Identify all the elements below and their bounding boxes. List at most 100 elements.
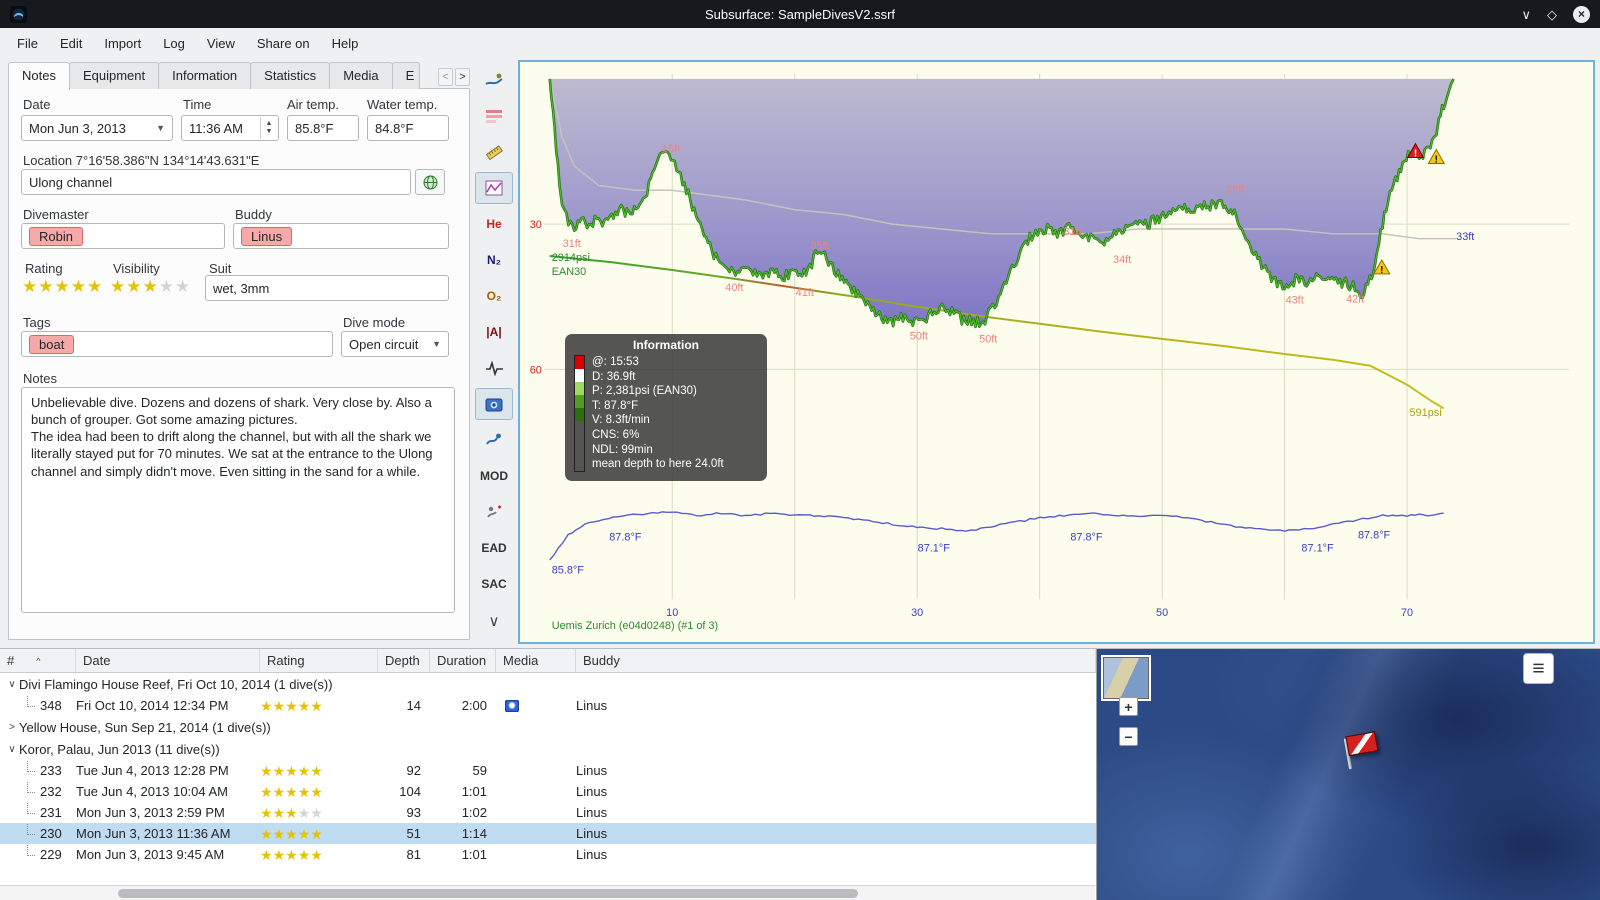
- star-icon[interactable]: ★: [87, 278, 102, 296]
- star-icon[interactable]: ★: [71, 278, 86, 296]
- divemaster-field[interactable]: Robin: [21, 223, 225, 249]
- zoom-in-button[interactable]: +: [1119, 697, 1138, 716]
- menu-import[interactable]: Import: [93, 31, 152, 56]
- dive-depth: 104: [399, 784, 421, 799]
- helium-toggle[interactable]: He: [475, 208, 513, 240]
- tab-media[interactable]: Media: [329, 62, 393, 89]
- photos-toggle[interactable]: [475, 388, 513, 420]
- divemaster-chip[interactable]: Robin: [29, 226, 83, 246]
- star-icon: ★: [272, 804, 286, 821]
- date-select[interactable]: Mon Jun 3, 2013 ▼: [21, 115, 173, 141]
- star-icon[interactable]: ★: [143, 278, 158, 296]
- collapse-caret-icon[interactable]: ∨: [5, 744, 19, 755]
- minimize-icon[interactable]: ∨: [1521, 8, 1531, 21]
- scale-toggle-icon[interactable]: [475, 172, 513, 204]
- star-icon[interactable]: ★: [38, 278, 53, 296]
- oxygen-toggle[interactable]: O₂: [475, 280, 513, 312]
- dive-row[interactable]: 231 Mon Jun 3, 2013 2:59 PM ★ ★ ★ ★ ★ 93 1:02 Lin…: [0, 802, 1096, 823]
- mod-toggle[interactable]: MOD: [475, 460, 513, 492]
- dive-profile-panel[interactable]: 10 30 50 70 30 60 31ft 2914psi EAN30 15ft 40ft 41ft…: [518, 60, 1595, 644]
- tissues-toggle[interactable]: [475, 424, 513, 456]
- notes-textarea[interactable]: Unbelievable dive. Dozens and dozens of …: [21, 387, 455, 613]
- dive-row[interactable]: 232 Tue Jun 4, 2013 10:04 AM ★ ★ ★ ★ ★ 104 1:01 L…: [0, 781, 1096, 802]
- dive-duration: 1:14: [461, 826, 487, 841]
- horizontal-scrollbar[interactable]: [0, 885, 1095, 900]
- dive-row[interactable]: 230 Mon Jun 3, 2013 11:36 AM ★ ★ ★ ★ ★ 51 1:14 Li…: [0, 823, 1096, 844]
- menu-edit[interactable]: Edit: [49, 31, 93, 56]
- ndl-toggle[interactable]: [475, 496, 513, 528]
- tag-chip[interactable]: boat: [29, 334, 75, 354]
- menu-file[interactable]: File: [6, 31, 49, 56]
- media-icon[interactable]: [505, 699, 519, 712]
- spinner-arrows-icon[interactable]: ▲ ▼: [260, 117, 277, 139]
- dive-row[interactable]: 229 Mon Jun 3, 2013 9:45 AM ★ ★ ★ ★ ★ 81 1:01 Lin…: [0, 844, 1096, 865]
- trip-row[interactable]: > Yellow House, Sun Sep 21, 2014 (1 dive(…: [0, 716, 1096, 738]
- menu-view[interactable]: View: [196, 31, 246, 56]
- divemode-select[interactable]: Open circuit ▼: [341, 331, 449, 357]
- star-icon[interactable]: ★: [55, 278, 70, 296]
- ceiling-icon[interactable]: [475, 100, 513, 132]
- tab-notes[interactable]: Notes: [8, 62, 70, 90]
- trip-row[interactable]: ∨ Divi Flamingo House Reef, Fri Oct 10, 2…: [0, 673, 1096, 695]
- map-location-button[interactable]: [415, 169, 445, 195]
- tab-e[interactable]: E: [391, 62, 420, 89]
- column-header-date[interactable]: Date: [76, 649, 260, 672]
- svg-text:43ft: 43ft: [1286, 295, 1304, 307]
- star-icon[interactable]: ★: [175, 278, 190, 296]
- trip-label: Divi Flamingo House Reef, Fri Oct 10, 20…: [19, 676, 333, 692]
- close-icon[interactable]: ×: [1573, 5, 1590, 23]
- collapse-caret-icon[interactable]: ∨: [5, 679, 19, 690]
- column-header-rating[interactable]: Rating: [260, 649, 378, 672]
- svg-text:41ft: 41ft: [796, 287, 814, 299]
- buddy-field[interactable]: Linus: [233, 223, 449, 249]
- airtemp-field[interactable]: [287, 115, 359, 141]
- tab-information[interactable]: Information: [158, 62, 252, 89]
- column-header-media[interactable]: Media: [496, 649, 576, 672]
- tab-equipment[interactable]: Equipment: [68, 62, 160, 89]
- zoom-out-button[interactable]: −: [1119, 727, 1138, 746]
- buddy-chip[interactable]: Linus: [241, 226, 293, 246]
- menu-log[interactable]: Log: [152, 31, 196, 56]
- nitrogen-toggle[interactable]: N₂: [475, 244, 513, 276]
- location-field[interactable]: [21, 169, 411, 195]
- suit-field[interactable]: [205, 275, 449, 301]
- ruler-icon[interactable]: [475, 136, 513, 168]
- tab-scroll-left-icon[interactable]: <: [438, 68, 453, 86]
- sac-toggle[interactable]: SAC: [475, 568, 513, 600]
- map-inset-thumbnail[interactable]: [1103, 657, 1149, 699]
- tags-field[interactable]: boat: [21, 331, 333, 357]
- time-stepper[interactable]: 11:36 AM ▲ ▼: [181, 115, 279, 141]
- maximize-icon[interactable]: ◇: [1547, 8, 1557, 21]
- dive-number: 233: [40, 763, 62, 778]
- tab-statistics[interactable]: Statistics: [250, 62, 331, 89]
- watertemp-field[interactable]: [367, 115, 449, 141]
- column-header-duration[interactable]: Duration: [430, 649, 496, 672]
- svg-text:591psi: 591psi: [1410, 407, 1442, 419]
- map-panel[interactable]: + − ≡: [1097, 649, 1600, 900]
- star-icon[interactable]: ★: [22, 278, 37, 296]
- dive-flag-marker[interactable]: [1337, 726, 1386, 775]
- ead-toggle[interactable]: EAD: [475, 532, 513, 564]
- expand-caret-icon[interactable]: >: [5, 722, 19, 733]
- rating-stars[interactable]: ★ ★ ★ ★ ★: [22, 278, 103, 296]
- map-menu-button[interactable]: ≡: [1523, 653, 1554, 684]
- visibility-stars[interactable]: ★ ★ ★ ★ ★: [110, 278, 191, 296]
- heart-rate-toggle[interactable]: [475, 352, 513, 384]
- star-icon[interactable]: ★: [126, 278, 141, 296]
- column-header-buddy[interactable]: Buddy: [576, 649, 1096, 672]
- tab-scroll-right-icon[interactable]: >: [455, 68, 470, 86]
- dive-row[interactable]: 233 Tue Jun 4, 2013 12:28 PM ★ ★ ★ ★ ★ 92 59 Linu…: [0, 760, 1096, 781]
- dive-computer-icon[interactable]: [475, 64, 513, 96]
- column-header-depth[interactable]: Depth: [378, 649, 430, 672]
- dive-row[interactable]: 348 Fri Oct 10, 2014 12:34 PM ★ ★ ★ ★ ★ 14 2:00 L…: [0, 695, 1096, 716]
- collapse-toolbar-icon[interactable]: ∨: [489, 612, 500, 630]
- trip-row[interactable]: ∨ Koror, Palau, Jun 2013 (11 dive(s)): [0, 738, 1096, 760]
- column-header-num[interactable]: # ^: [0, 649, 76, 672]
- star-icon[interactable]: ★: [110, 278, 125, 296]
- scrollbar-handle[interactable]: [118, 889, 858, 898]
- menu-share-on[interactable]: Share on: [246, 31, 321, 56]
- star-icon[interactable]: ★: [159, 278, 174, 296]
- star-icon: ★: [310, 697, 323, 714]
- ambient-pressure-toggle[interactable]: |A|: [475, 316, 513, 348]
- menu-help[interactable]: Help: [321, 31, 370, 56]
